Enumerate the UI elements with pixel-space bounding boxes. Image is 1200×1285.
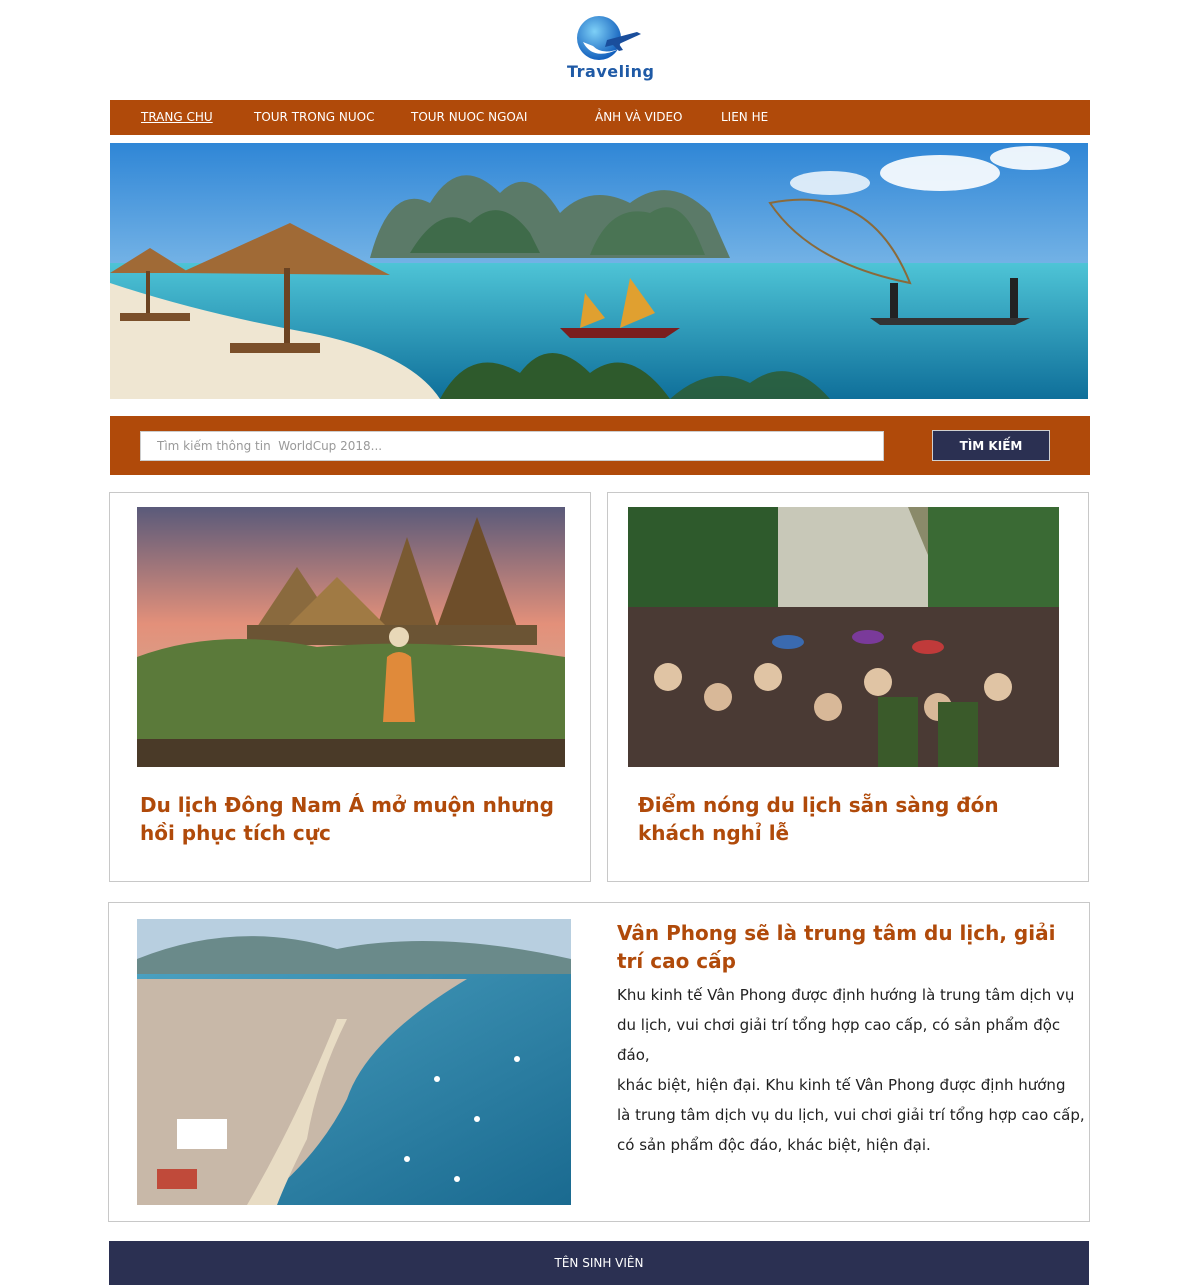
article-image-temple[interactable] — [137, 507, 565, 767]
article-title-1[interactable]: Du lịch Đông Nam Á mở muộn nhưng hồi phụ… — [140, 791, 570, 847]
article-title-2[interactable]: Điểm nóng du lịch sẵn sàng đón khách ngh… — [638, 791, 1058, 847]
nav-item-trang-chu[interactable]: TRANG CHU — [141, 110, 213, 124]
main-nav: TRANG CHU TOUR TRONG NUOC TOUR NUOC NGOA… — [110, 100, 1090, 135]
search-input[interactable] — [140, 431, 884, 461]
featured-article[interactable]: Vân Phong sẽ là trung tâm du lịch, giải … — [108, 902, 1090, 1222]
plane-logo-icon — [577, 16, 641, 60]
logo-text: Traveling — [567, 62, 655, 81]
featured-desc-line: khác biệt, hiện đại. Khu kinh tế Vân Pho… — [617, 1076, 1066, 1094]
article-card-2[interactable]: Điểm nóng du lịch sẵn sàng đón khách ngh… — [607, 492, 1089, 882]
search-button[interactable]: TÌM KIẾM — [932, 430, 1050, 461]
article-image-crowd[interactable] — [628, 507, 1059, 767]
featured-description: Khu kinh tế Vân Phong được định hướng là… — [617, 980, 1087, 1160]
featured-desc-line: là trung tâm dịch vụ du lịch, vui chơi g… — [617, 1106, 1085, 1124]
featured-desc-line: du lịch, vui chơi giải trí tổng hợp cao … — [617, 1016, 1061, 1064]
nav-item-lien-he[interactable]: LIEN HE — [721, 110, 768, 124]
site-logo[interactable]: Traveling — [563, 12, 655, 84]
featured-image-van-phong[interactable] — [137, 919, 571, 1205]
article-card-1[interactable]: Du lịch Đông Nam Á mở muộn nhưng hồi phụ… — [109, 492, 591, 882]
featured-desc-line: Khu kinh tế Vân Phong được định hướng là… — [617, 986, 1075, 1004]
featured-title[interactable]: Vân Phong sẽ là trung tâm du lịch, giải … — [617, 919, 1057, 975]
footer: TÊN SINH VIÊN — [109, 1241, 1089, 1285]
nav-item-tour-trong-nuoc[interactable]: TOUR TRONG NUOC — [254, 110, 375, 124]
hero-banner — [110, 143, 1088, 399]
featured-desc-line: có sản phẩm độc đáo, khác biệt, hiện đại… — [617, 1136, 931, 1154]
search-bar: TÌM KIẾM — [110, 416, 1090, 475]
nav-item-anh-va-video[interactable]: ẢNH VÀ VIDEO — [595, 110, 683, 124]
nav-item-tour-nuoc-ngoai[interactable]: TOUR NUOC NGOAI — [411, 110, 527, 124]
